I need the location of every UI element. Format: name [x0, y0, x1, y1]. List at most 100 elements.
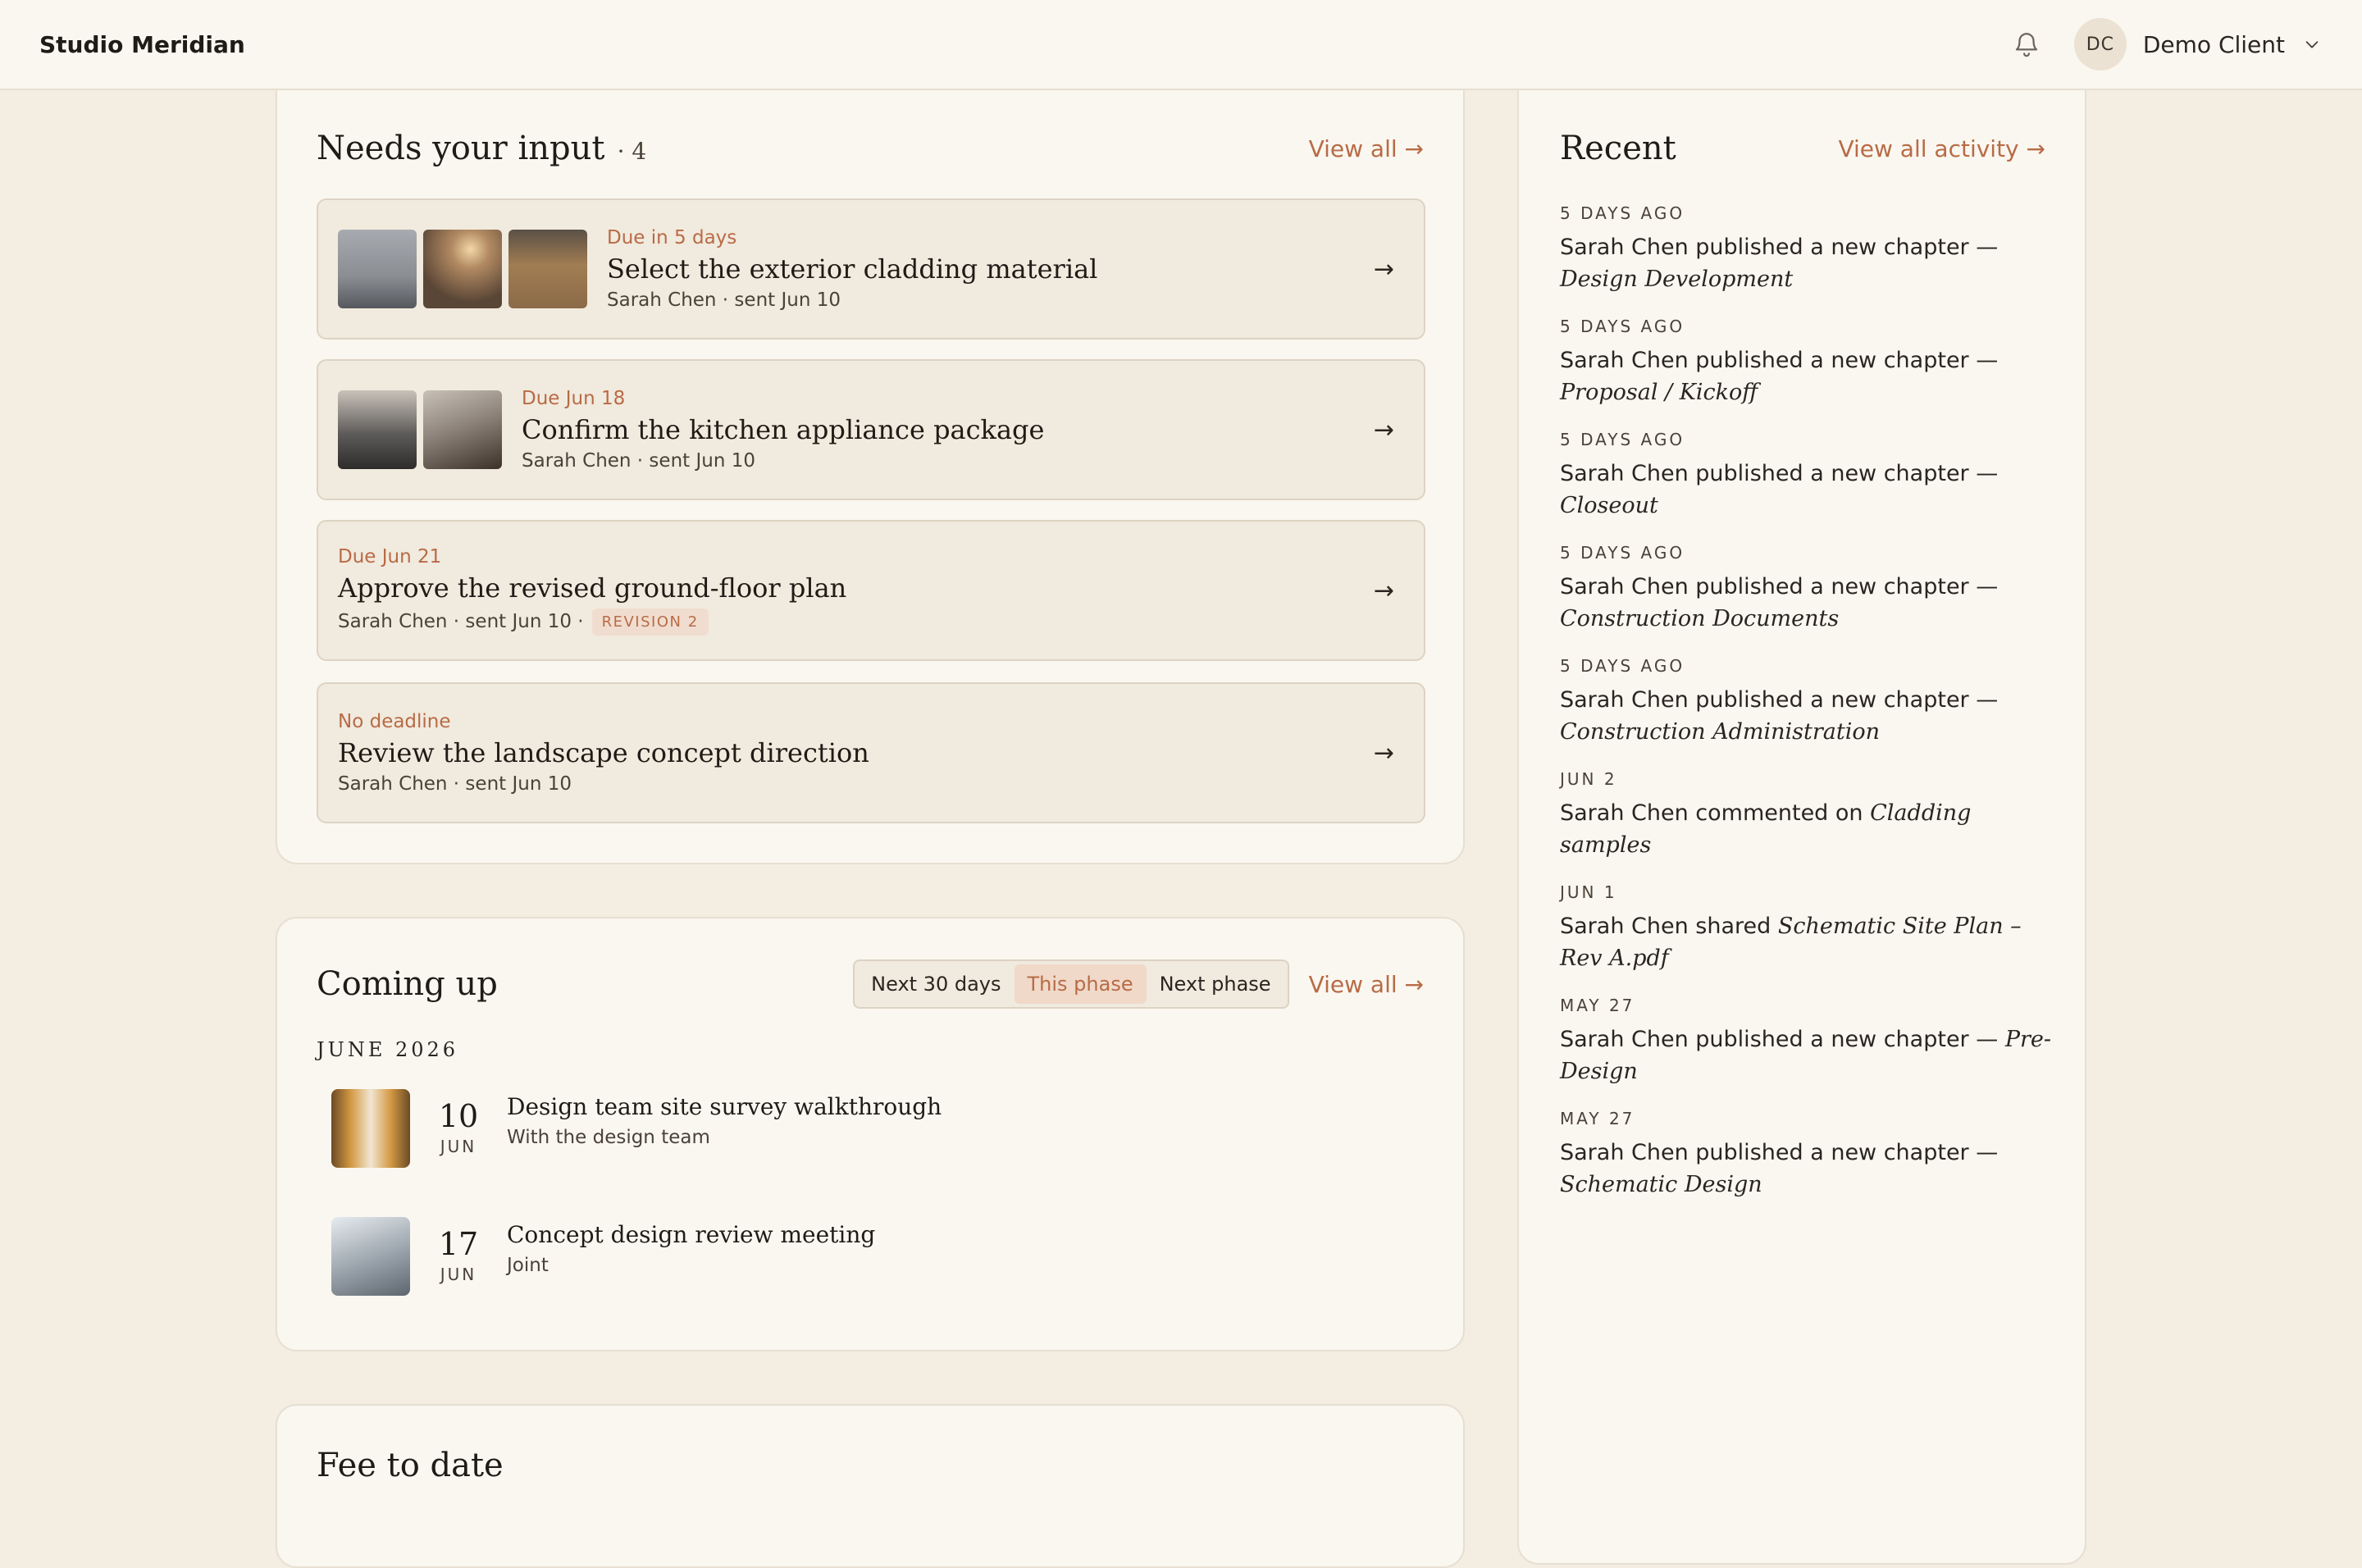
activity-description: Sarah Chen shared	[1560, 914, 1772, 939]
activity-description: Sarah Chen published a new chapter —	[1560, 1140, 1999, 1165]
item-title: Select the exterior cladding material	[607, 253, 1098, 285]
activity-text: Sarah Chen shared Schematic Site Plan – …	[1560, 910, 2052, 974]
activity-description: Sarah Chen published a new chapter —	[1560, 574, 1999, 599]
item-meta-text: Sarah Chen · sent Jun 10	[607, 289, 841, 311]
top-right-controls: DC Demo Client	[2012, 18, 2323, 71]
user-menu[interactable]: DC Demo Client	[2073, 18, 2323, 71]
user-name: Demo Client	[2142, 30, 2285, 58]
item-thumbnails	[338, 230, 587, 308]
activity-text: Sarah Chen published a new chapter — Clo…	[1560, 458, 2052, 522]
revision-badge: REVISION 2	[591, 608, 709, 636]
arrow-right-icon: →	[1373, 415, 1394, 444]
activity-time: 5 DAYS AGO	[1560, 543, 1685, 563]
activity-item[interactable]: 5 DAYS AGO Sarah Chen published a new ch…	[1560, 430, 2052, 522]
activity-item[interactable]: 5 DAYS AGO Sarah Chen published a new ch…	[1560, 317, 2052, 408]
event-date: 17 JUN	[438, 1228, 479, 1284]
needs-input-count: · 4	[617, 138, 647, 165]
input-item-landscape[interactable]: No deadline Review the landscape concept…	[317, 682, 1425, 823]
view-all-activity-link[interactable]: View all activity →	[1838, 135, 2045, 162]
needs-input-title: Needs your input	[317, 130, 605, 167]
recent-card: Recent View all activity → 5 DAYS AGO Sa…	[1517, 89, 2086, 1565]
activity-time: 5 DAYS AGO	[1560, 430, 1685, 449]
arrow-right-icon: →	[1373, 576, 1394, 605]
activity-subject: Schematic Design	[1560, 1172, 1762, 1197]
activity-item[interactable]: MAY 27 Sarah Chen published a new chapte…	[1560, 1109, 2052, 1201]
activity-description: Sarah Chen published a new chapter —	[1560, 235, 1999, 260]
activity-item[interactable]: 5 DAYS AGO Sarah Chen published a new ch…	[1560, 543, 2052, 635]
item-thumbnails	[338, 390, 502, 469]
activity-time: 5 DAYS AGO	[1560, 317, 1685, 336]
recent-header: Recent View all activity →	[1560, 130, 2045, 167]
activity-description: Sarah Chen published a new chapter —	[1560, 687, 1999, 713]
recent-title: Recent	[1560, 130, 1676, 167]
activity-description: Sarah Chen published a new chapter —	[1560, 348, 1999, 373]
event-subtitle: With the design team	[507, 1126, 710, 1148]
activity-item[interactable]: JUN 1 Sarah Chen shared Schematic Site P…	[1560, 882, 2052, 974]
activity-subject: Proposal / Kickoff	[1560, 380, 1758, 405]
event-date: 10 JUN	[438, 1101, 479, 1156]
brand-logo[interactable]: Studio Meridian	[39, 31, 245, 58]
activity-time: JUN 1	[1560, 882, 1617, 902]
activity-text: Sarah Chen published a new chapter — Sch…	[1560, 1137, 2052, 1201]
input-item-kitchen[interactable]: Due Jun 18 Confirm the kitchen appliance…	[317, 359, 1425, 500]
activity-time: MAY 27	[1560, 996, 1635, 1015]
activity-list: 5 DAYS AGO Sarah Chen published a new ch…	[1560, 203, 2052, 1201]
event-title: Concept design review meeting	[507, 1220, 876, 1248]
thumbnail-image	[338, 390, 417, 469]
activity-text: Sarah Chen published a new chapter — Pro…	[1560, 344, 2052, 408]
activity-text: Sarah Chen commented on Cladding samples	[1560, 797, 2052, 861]
activity-description: Sarah Chen commented on	[1560, 800, 1863, 826]
input-item-cladding[interactable]: Due in 5 days Select the exterior claddi…	[317, 198, 1425, 340]
event-month: JUN	[440, 1137, 477, 1156]
fee-card: Fee to date	[276, 1404, 1465, 1568]
activity-description: Sarah Chen published a new chapter —	[1560, 461, 1999, 486]
item-due: Due Jun 18	[522, 388, 626, 409]
activity-item[interactable]: JUN 2 Sarah Chen commented on Cladding s…	[1560, 769, 2052, 861]
event-day: 17	[438, 1226, 479, 1262]
thumbnail-image	[338, 230, 417, 308]
item-meta-text: Sarah Chen · sent Jun 10 ·	[338, 611, 584, 632]
activity-subject: Design Development	[1560, 267, 1794, 292]
coming-up-header: Coming up Next 30 days This phase Next p…	[317, 959, 1424, 1009]
coming-up-card: Coming up Next 30 days This phase Next p…	[276, 917, 1465, 1351]
activity-time: MAY 27	[1560, 1109, 1635, 1128]
item-due: No deadline	[338, 711, 451, 732]
activity-text: Sarah Chen published a new chapter — Pre…	[1560, 1023, 2052, 1087]
activity-time: JUN 2	[1560, 769, 1617, 789]
event-thumbnail	[331, 1089, 410, 1168]
activity-time: 5 DAYS AGO	[1560, 203, 1685, 223]
activity-item[interactable]: MAY 27 Sarah Chen published a new chapte…	[1560, 996, 2052, 1087]
needs-input-view-all-link[interactable]: View all →	[1309, 135, 1424, 162]
event-thumbnail	[331, 1217, 410, 1296]
chevron-down-icon	[2301, 34, 2323, 55]
activity-subject: Construction Documents	[1560, 606, 1840, 631]
needs-input-header: Needs your input · 4 View all →	[317, 130, 1424, 167]
fee-title: Fee to date	[317, 1447, 504, 1484]
arrow-right-icon: →	[1373, 254, 1394, 284]
fee-header: Fee to date	[317, 1447, 1424, 1484]
thumbnail-image	[423, 230, 502, 308]
activity-item[interactable]: 5 DAYS AGO Sarah Chen published a new ch…	[1560, 203, 2052, 295]
activity-text: Sarah Chen published a new chapter — Des…	[1560, 231, 2052, 295]
item-title: Approve the revised ground-floor plan	[338, 572, 847, 604]
segment-this-phase[interactable]: This phase	[1014, 964, 1147, 1004]
arrow-right-icon: →	[1373, 738, 1394, 768]
range-segmented-control: Next 30 days This phase Next phase	[853, 959, 1289, 1009]
activity-text: Sarah Chen published a new chapter — Con…	[1560, 571, 2052, 635]
item-meta-text: Sarah Chen · sent Jun 10	[338, 773, 572, 795]
activity-description: Sarah Chen published a new chapter —	[1560, 1027, 1999, 1052]
segment-next-phase[interactable]: Next phase	[1147, 964, 1284, 1004]
thumbnail-image	[508, 230, 587, 308]
bell-icon[interactable]	[2012, 30, 2041, 59]
segment-next-30-days[interactable]: Next 30 days	[858, 964, 1014, 1004]
item-meta: Sarah Chen · sent Jun 10 · REVISION 2	[338, 608, 1374, 636]
item-meta-text: Sarah Chen · sent Jun 10	[522, 450, 755, 472]
input-item-floor-plan[interactable]: Due Jun 21 Approve the revised ground-fl…	[317, 520, 1425, 661]
item-meta: Sarah Chen · sent Jun 10	[607, 289, 1374, 311]
event-item[interactable]: 10 JUN Design team site survey walkthrou…	[331, 1089, 942, 1168]
event-item[interactable]: 17 JUN Concept design review meeting Joi…	[331, 1217, 875, 1296]
coming-up-view-all-link[interactable]: View all →	[1309, 971, 1424, 998]
activity-subject: Construction Administration	[1560, 719, 1881, 745]
activity-item[interactable]: 5 DAYS AGO Sarah Chen published a new ch…	[1560, 656, 2052, 748]
top-bar: Studio Meridian DC Demo Client	[0, 0, 2362, 90]
